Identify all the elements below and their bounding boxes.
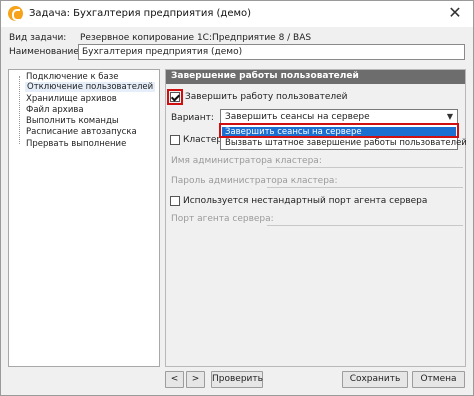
cluster-admin-password-input — [267, 174, 463, 188]
task-type-value: Резервное копирование 1С:Предприятие 8 /… — [80, 33, 312, 43]
app-logo-icon — [8, 6, 23, 21]
section-header: Завершение работы пользователей — [166, 70, 465, 84]
nonstandard-port-checkbox[interactable] — [170, 196, 180, 206]
task-name-label: Наименование: — [9, 47, 82, 57]
sidebar-item-archive-storage[interactable]: Хранилище архивов — [26, 94, 117, 104]
close-icon[interactable]: ✕ — [447, 5, 463, 21]
cancel-button[interactable]: Отмена — [412, 371, 465, 388]
chevron-down-icon[interactable]: ▼ — [443, 110, 457, 124]
sidebar-item-connection[interactable]: Подключение к базе — [26, 72, 119, 82]
previous-button[interactable]: < — [165, 371, 184, 388]
sidebar-item-run-commands[interactable]: Выполнить команды — [26, 116, 119, 126]
sidebar-item-archive-file[interactable]: Файл архива — [26, 105, 84, 115]
terminate-users-checkbox[interactable] — [170, 92, 180, 102]
variant-label: Вариант: — [171, 113, 214, 123]
agent-port-label: Порт агента сервера: — [171, 214, 274, 224]
task-name-input[interactable]: Бухгалтерия предприятия (демо) — [78, 44, 465, 60]
nonstandard-port-label: Используется нестандартный порт агента с… — [183, 196, 428, 206]
terminate-users-label: Завершить работу пользователей — [185, 92, 348, 102]
cluster-admin-name-input — [267, 154, 463, 168]
sidebar-item-autostart-schedule[interactable]: Расписание автозапуска — [26, 127, 137, 137]
sidebar-item-disconnect-users[interactable]: Отключение пользователей — [25, 82, 156, 92]
sidebar-item-abort-execution[interactable]: Прервать выполнение — [26, 139, 126, 149]
sidebar-navigation: Подключение к базе Отключение пользовате… — [8, 69, 160, 367]
task-type-label: Вид задачи: — [9, 33, 67, 43]
title-bar[interactable]: Задача: Бухгалтерия предприятия (демо) ✕ — [1, 1, 473, 27]
agent-port-input — [267, 212, 463, 226]
check-button[interactable]: Проверить — [211, 371, 263, 388]
selected-option-highlight — [219, 123, 459, 138]
window-title: Задача: Бухгалтерия предприятия (демо) — [29, 8, 252, 19]
save-button[interactable]: Сохранить — [342, 371, 408, 388]
cluster-checkbox[interactable] — [170, 135, 180, 145]
variant-option-graceful-shutdown[interactable]: Вызвать штатное завершение работы пользо… — [222, 138, 467, 149]
next-button[interactable]: > — [186, 371, 205, 388]
variant-select-value: Завершить сеансы на сервере — [225, 112, 370, 122]
task-dialog-window: Задача: Бухгалтерия предприятия (демо) ✕… — [0, 0, 474, 396]
